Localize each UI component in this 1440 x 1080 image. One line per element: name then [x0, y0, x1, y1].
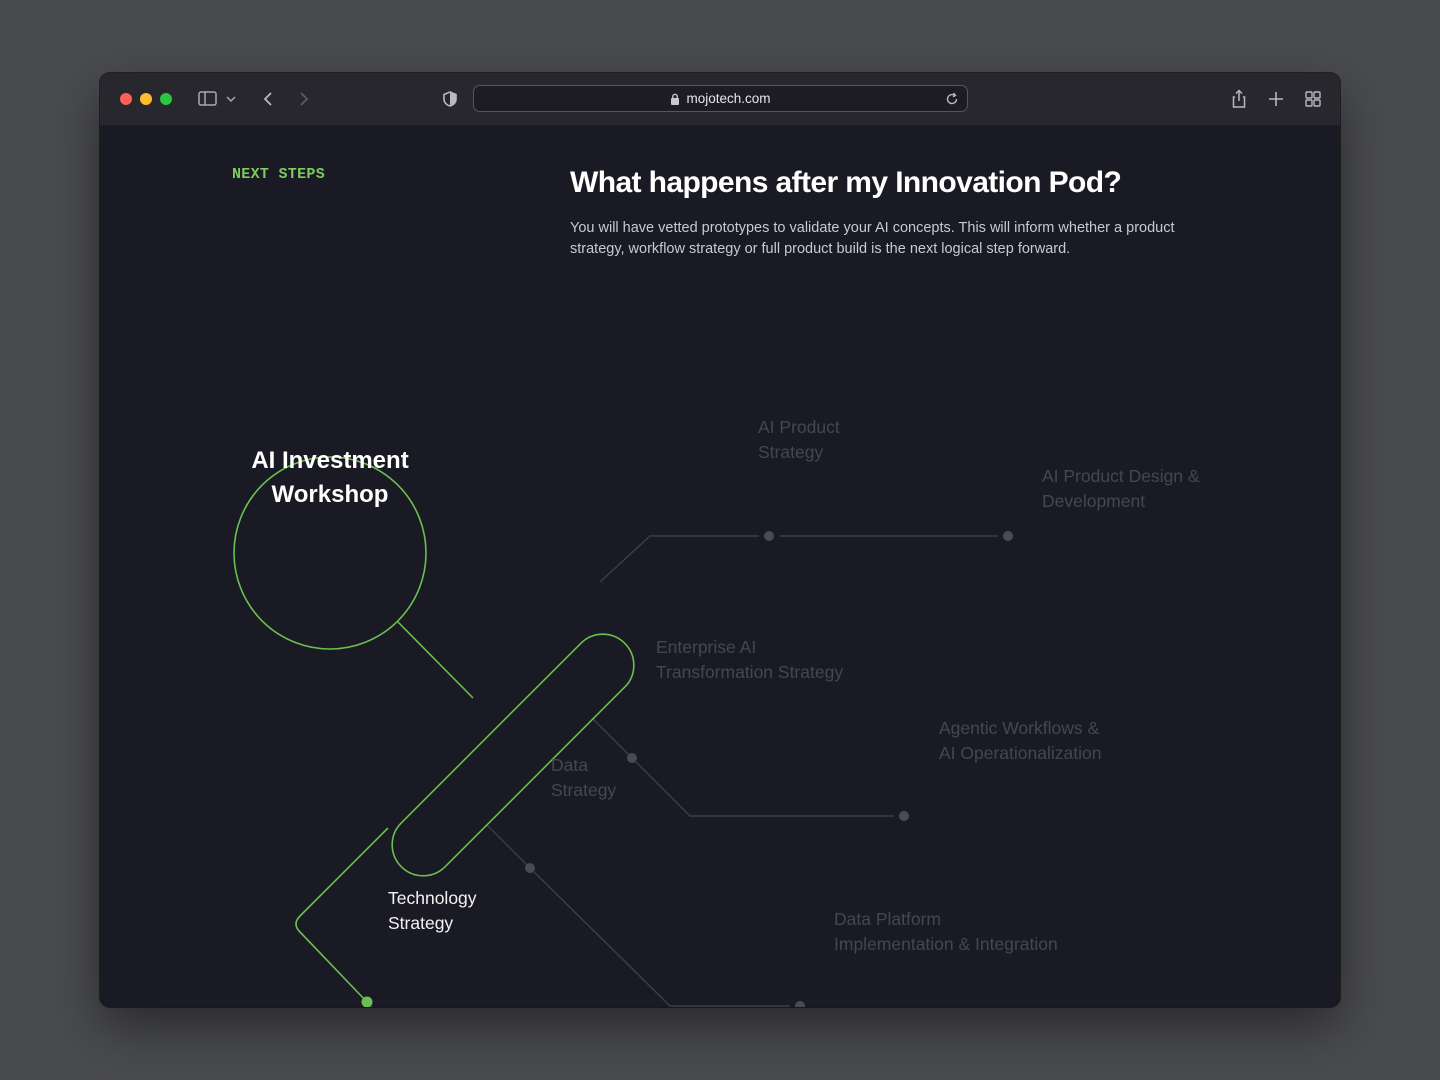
node-dot-technology — [361, 996, 373, 1007]
browser-window: mojotech.com NEXT STEPS What happens aft… — [100, 73, 1340, 1007]
tab-overview-icon[interactable] — [1301, 87, 1325, 111]
connector-technology — [295, 827, 389, 1003]
pathway-diagram — [233, 456, 1013, 1007]
chevron-down-icon[interactable] — [224, 87, 238, 111]
url-text: mojotech.com — [686, 91, 771, 106]
connector-data-platform — [529, 867, 790, 1007]
forward-button[interactable] — [292, 87, 316, 111]
sidebar-toggle-icon[interactable] — [196, 87, 220, 111]
minimize-window-button[interactable] — [140, 93, 152, 105]
node-label-agentic: Agentic Workflows & AI Operationalizatio… — [939, 718, 1102, 763]
node-dot-data-platform — [795, 1001, 805, 1007]
node-dot-agentic — [899, 811, 909, 821]
node-label-ai-product: AI Product Strategy — [758, 417, 840, 462]
node-label-enterprise: Enterprise AI Transformation Strategy — [656, 637, 844, 682]
node-label-data: Data Strategy — [551, 755, 617, 800]
close-window-button[interactable] — [120, 93, 132, 105]
privacy-shield-icon[interactable] — [438, 87, 462, 111]
share-icon[interactable] — [1227, 87, 1251, 111]
node-dot-ai-product-design — [1003, 531, 1013, 541]
lock-icon — [671, 93, 680, 105]
back-button[interactable] — [256, 87, 280, 111]
page-content: NEXT STEPS What happens after my Innovat… — [100, 126, 1340, 1007]
reload-icon[interactable] — [943, 90, 961, 108]
connector-technology-tail — [366, 1001, 374, 1007]
zoom-window-button[interactable] — [160, 93, 172, 105]
node-dot-ai-product — [764, 531, 774, 541]
connector-agentic — [631, 757, 894, 817]
new-tab-icon[interactable] — [1264, 87, 1288, 111]
workshop-label: AI Investment Workshop — [251, 447, 409, 508]
node-label-technology: Technology Strategy — [388, 888, 477, 933]
node-dot-enterprise — [627, 753, 637, 763]
node-label-ai-product-design: AI Product Design & Development — [1042, 466, 1200, 511]
browser-toolbar: mojotech.com — [100, 73, 1340, 126]
address-bar[interactable]: mojotech.com — [473, 85, 968, 112]
node-label-data-platform: Data Platform Implementation & Integrati… — [834, 909, 1058, 954]
node-dot-data — [525, 863, 535, 873]
connector-ai-product — [599, 535, 759, 583]
connector-workshop — [397, 621, 474, 699]
